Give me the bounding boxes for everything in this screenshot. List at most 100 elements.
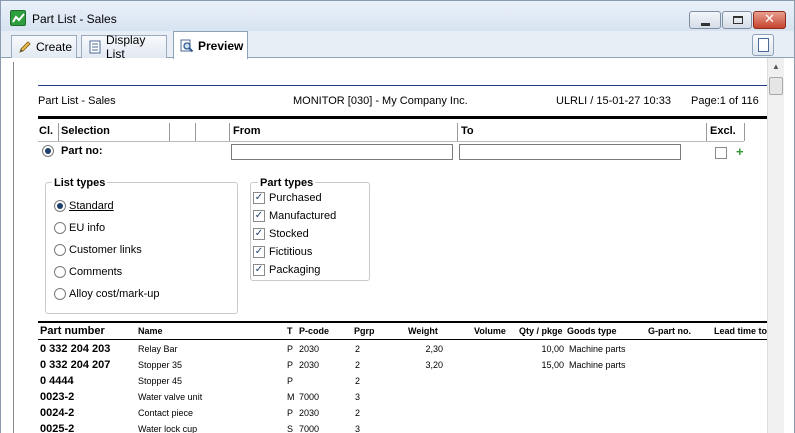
table-row-qty: 10,00 <box>541 344 564 354</box>
maximize-icon <box>733 16 743 24</box>
th-goods-type: Goods type <box>567 326 617 336</box>
table-row-pgrp: 2 <box>355 408 361 418</box>
part-type-packaging-label[interactable]: Packaging <box>269 264 320 276</box>
table-row-pgrp: 2 <box>355 344 361 354</box>
col-cl-header: Cl. <box>39 125 54 137</box>
list-type-standard-label[interactable]: Standard <box>69 200 114 212</box>
maximize-button[interactable] <box>722 11 752 29</box>
title-bar: Part List - Sales ✕ <box>1 1 794 31</box>
close-button[interactable]: ✕ <box>753 11 786 29</box>
part-type-purchased-label[interactable]: Purchased <box>269 192 322 204</box>
th-weight: Weight <box>408 326 438 336</box>
preview-area: ▲ Part List - Sales MONITOR [030] - My C… <box>1 58 794 433</box>
grid-divider <box>58 123 59 141</box>
tab-display-list[interactable]: Display List <box>81 33 167 61</box>
tab-display-list-label: Display List <box>106 33 146 61</box>
list-type-alloy-label[interactable]: Alloy cost/mark-up <box>69 288 159 300</box>
report-company: MONITOR [030] - My Company Inc. <box>293 95 468 107</box>
table-row-pgrp: 2 <box>355 376 361 386</box>
list-type-eu-info-radio[interactable] <box>54 222 66 234</box>
col-selection-header: Selection <box>61 125 110 137</box>
tab-create-label: Create <box>36 40 73 54</box>
add-row-icon[interactable]: + <box>736 144 744 159</box>
col-to-header: To <box>461 125 474 137</box>
paper-edge <box>13 62 14 433</box>
list-icon <box>88 40 102 54</box>
table-row-name: Stopper 45 <box>138 376 183 386</box>
part-type-fictitious-checkbox[interactable]: ✓ <box>253 246 265 258</box>
table-row-pcode: 7000 <box>299 424 320 433</box>
tab-create[interactable]: Create <box>11 35 77 58</box>
list-type-standard-radio[interactable] <box>54 200 66 212</box>
tab-preview[interactable]: Preview <box>173 31 248 59</box>
table-row-t: P <box>287 408 294 418</box>
table-row-name: Water lock cup <box>138 424 198 433</box>
table-row-name: Stopper 35 <box>138 360 183 370</box>
grid-divider <box>457 123 458 141</box>
list-type-customer-links-label[interactable]: Customer links <box>69 244 142 256</box>
list-type-eu-info-label[interactable]: EU info <box>69 222 105 234</box>
report-top-rule <box>38 85 767 86</box>
th-part-number: Part number <box>40 325 105 337</box>
col-from-header: From <box>233 125 261 137</box>
part-list-window: Part List - Sales ✕ Create Display List … <box>0 0 795 433</box>
list-types-title: List types <box>52 177 108 189</box>
document-icon <box>758 38 769 52</box>
part-type-packaging-checkbox[interactable]: ✓ <box>253 264 265 276</box>
part-type-stocked-label[interactable]: Stocked <box>269 228 309 240</box>
list-type-comments-label[interactable]: Comments <box>69 266 122 278</box>
part-type-fictitious-label[interactable]: Fictitious <box>269 246 312 258</box>
list-type-alloy-radio[interactable] <box>54 288 66 300</box>
grid-header-rule <box>38 141 744 142</box>
scroll-up-icon[interactable]: ▲ <box>768 58 784 75</box>
grid-divider <box>169 123 170 141</box>
table-row-name: Contact piece <box>138 408 194 418</box>
vertical-scrollbar[interactable]: ▲ <box>767 58 784 433</box>
grid-divider <box>229 123 230 141</box>
table-row-part-number: 0 332 204 207 <box>40 359 111 371</box>
grid-divider <box>706 123 707 141</box>
list-type-comments-radio[interactable] <box>54 266 66 278</box>
th-pgrp: Pgrp <box>354 326 375 336</box>
scroll-thumb[interactable] <box>769 77 783 95</box>
th-volume: Volume <box>474 326 506 336</box>
table-row-name: Relay Bar <box>138 344 178 354</box>
table-row-pgrp: 2 <box>355 360 361 370</box>
table-row-part-number: 0 4444 <box>40 375 74 387</box>
tab-bar: Create Display List Preview <box>1 31 794 61</box>
part-no-radio[interactable] <box>42 145 54 157</box>
table-row-weight: 3,20 <box>425 360 443 370</box>
table-header-rule <box>38 339 767 340</box>
minimize-icon <box>701 23 710 26</box>
exclude-checkbox[interactable] <box>715 147 727 159</box>
table-row-goods-type: Machine parts <box>569 344 626 354</box>
grid-divider <box>195 123 196 141</box>
part-type-stocked-checkbox[interactable]: ✓ <box>253 228 265 240</box>
report-page: Page:1 of 116 <box>691 95 759 107</box>
part-type-manufactured-checkbox[interactable]: ✓ <box>253 210 265 222</box>
report-header-rule <box>38 116 767 119</box>
minimize-button[interactable] <box>689 11 721 29</box>
magnifier-icon <box>180 39 194 53</box>
report-title: Part List - Sales <box>38 95 116 107</box>
th-name: Name <box>138 326 163 336</box>
table-row-pcode: 2030 <box>299 408 320 418</box>
table-row-t: M <box>287 392 295 402</box>
table-row-part-number: 0024-2 <box>40 407 75 419</box>
th-pcode: P-code <box>299 326 330 336</box>
part-type-manufactured-label[interactable]: Manufactured <box>269 210 336 222</box>
table-row-t: P <box>287 376 294 386</box>
table-row-part-number: 0023-2 <box>40 391 75 403</box>
part-no-to-input[interactable] <box>459 144 681 160</box>
table-row-part-number: 0 332 204 203 <box>40 343 111 355</box>
table-row-t: S <box>287 424 294 433</box>
part-type-purchased-checkbox[interactable]: ✓ <box>253 192 265 204</box>
th-qty: Qty / pkge <box>519 326 563 336</box>
list-type-customer-links-radio[interactable] <box>54 244 66 256</box>
tab-preview-label: Preview <box>198 38 244 53</box>
new-document-button[interactable] <box>752 34 774 56</box>
pencil-icon <box>18 40 32 54</box>
part-no-from-input[interactable] <box>231 144 453 160</box>
table-row-pgrp: 3 <box>355 392 361 402</box>
col-excl-header: Excl. <box>710 125 736 137</box>
